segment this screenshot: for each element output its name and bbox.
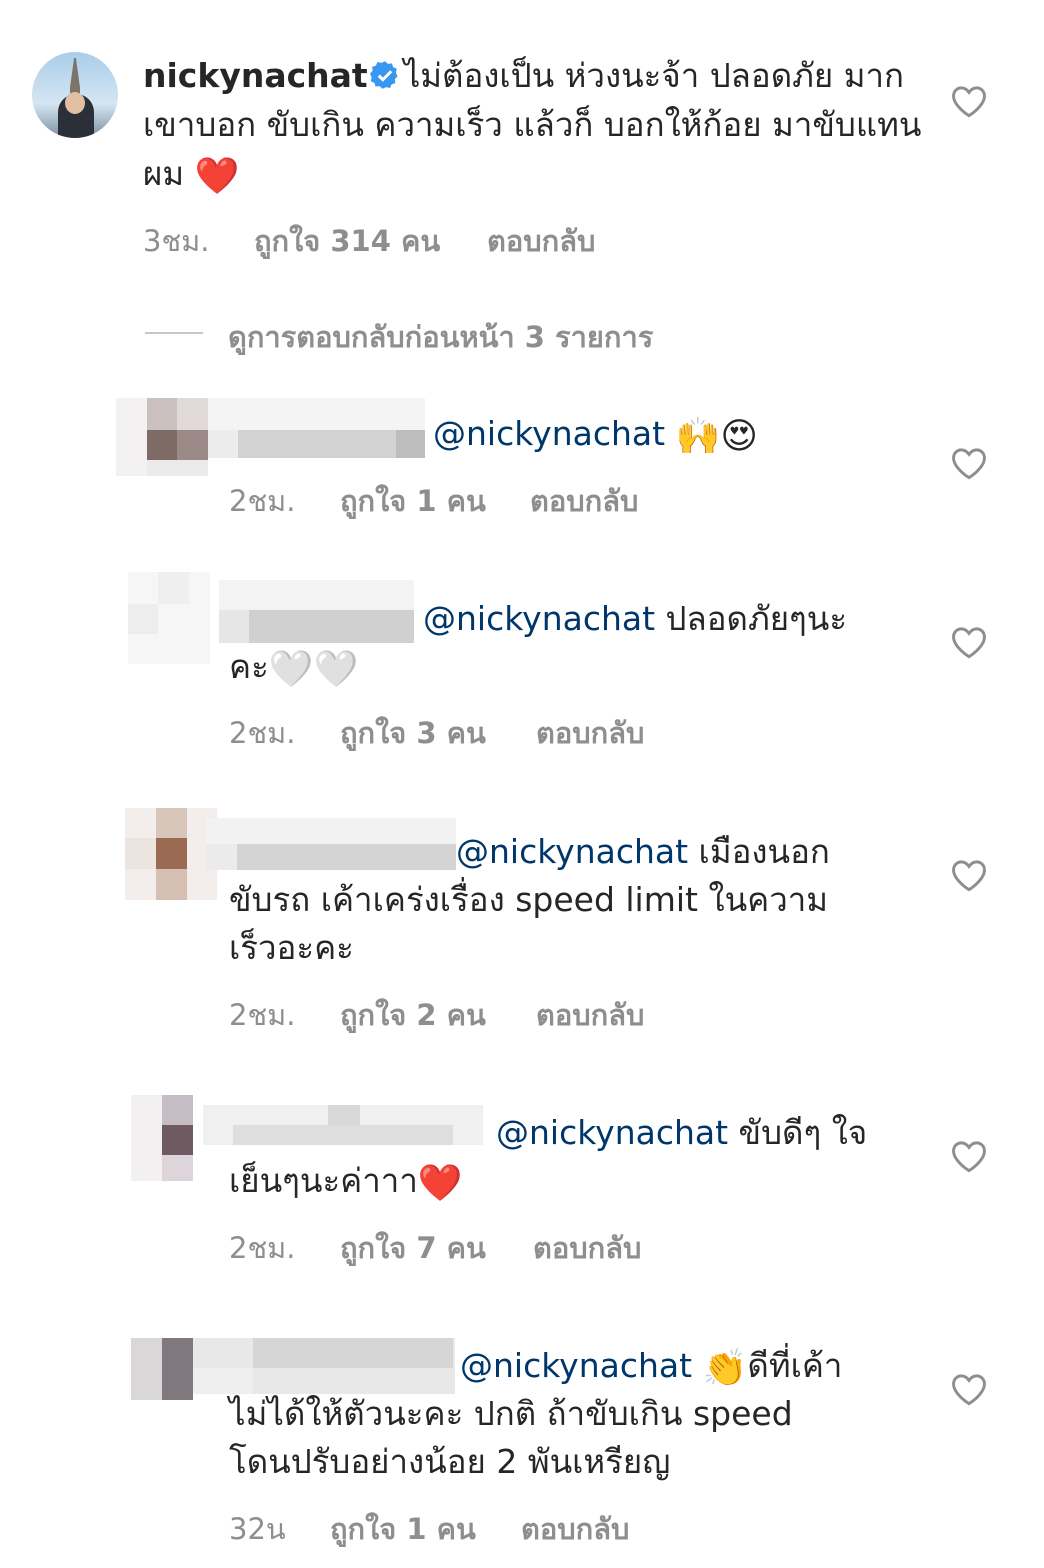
heart-icon[interactable] (950, 625, 988, 659)
mention-link[interactable]: @nickynachat (496, 1113, 728, 1152)
view-replies-label[interactable]: ดูการตอบกลับก่อนหน้า 3 รายการ (228, 314, 653, 360)
heart-icon[interactable] (950, 446, 988, 480)
comment-body: @nickynachat ปลอดภัยๆนะ (423, 594, 933, 643)
comment-body: @nickynachat เมืองนอก (456, 827, 936, 876)
timestamp: 32น (229, 1512, 286, 1546)
verified-badge-icon (369, 61, 398, 89)
comment-text: คะ (229, 647, 269, 686)
reply-button[interactable]: ตอบกลับ (487, 218, 595, 264)
heart-icon[interactable] (950, 1372, 988, 1406)
reply-button[interactable]: ตอบกลับ (536, 992, 644, 1038)
raised-hands-heart-eyes-emoji: 🙌😍 (675, 416, 758, 457)
mention-link[interactable]: @nickynachat (456, 832, 688, 871)
red-heart-emoji: ❤️ (417, 1163, 463, 1204)
mention-link[interactable]: @nickynachat (433, 414, 665, 453)
heart-icon[interactable] (950, 84, 988, 118)
red-heart-emoji: ❤️ (194, 156, 240, 197)
comment-text: เร็วอะคะ (229, 928, 354, 967)
comment-text: เย็นๆนะค่าาา (229, 1161, 418, 1200)
comment-body-line2: ไม่ได้ให้ตัวนะคะ ปกติ ถ้าขับเกิน speed (229, 1389, 929, 1438)
comment-text: ขับดีๆ ใจ (728, 1113, 868, 1152)
timestamp: 3ชม. (143, 224, 210, 258)
heart-icon[interactable] (950, 1139, 988, 1173)
avatar[interactable] (32, 52, 118, 138)
likes-count[interactable]: ถูกใจ 314 คน (254, 218, 440, 264)
likes-count[interactable]: ถูกใจ 1 คน (340, 478, 486, 524)
comment-body-line3: เร็วอะคะ (229, 923, 929, 972)
comment-text: ไม่ได้ให้ตัวนะคะ ปกติ ถ้าขับเกิน speed (229, 1394, 793, 1433)
comment-text: โดนปรับอย่างน้อย 2 พันเหรียญ (229, 1442, 671, 1481)
likes-count[interactable]: ถูกใจ 7 คน (340, 1225, 486, 1271)
comment-body-line2: คะ🤍🤍 (229, 642, 929, 694)
comment-body-line3: โดนปรับอย่างน้อย 2 พันเหรียญ (229, 1437, 929, 1486)
white-heart-emoji: 🤍🤍 (268, 649, 359, 690)
comment-body-line2: เย็นๆนะค่าาา❤️ (229, 1156, 929, 1208)
comment-text: เมืองนอก (688, 832, 830, 871)
reply-button[interactable]: ตอบกลับ (533, 1225, 641, 1271)
reply-button[interactable]: ตอบกลับ (530, 478, 638, 524)
comment-meta: 2ชม. ถูกใจ 1 คน ตอบกลับ (229, 478, 729, 518)
comment-text: ดีที่เค้า (747, 1346, 843, 1385)
comment-body: @nickynachat ขับดีๆ ใจ (496, 1108, 936, 1157)
comment-body-line2: ขับรถ เค้าเคร่งเรื่อง speed limit ในความ (229, 875, 929, 924)
comment-meta: 32น ถูกใจ 1 คน ตอบกลับ (229, 1506, 729, 1546)
reply-button[interactable]: ตอบกลับ (536, 710, 644, 756)
comment-meta: 2ชม. ถูกใจ 3 คน ตอบกลับ (229, 710, 729, 750)
reply-button[interactable]: ตอบกลับ (521, 1506, 629, 1552)
comment-text: ขับรถ เค้าเคร่งเรื่อง speed limit ในความ (229, 880, 829, 919)
comment-meta: 2ชม. ถูกใจ 7 คน ตอบกลับ (229, 1225, 729, 1265)
mention-link[interactable]: @nickynachat (423, 599, 655, 638)
mention-link[interactable]: @nickynachat (460, 1346, 692, 1385)
comment-body: @nickynachat 👏ดีที่เค้า (460, 1341, 940, 1393)
heart-icon[interactable] (950, 858, 988, 892)
comment-meta: 2ชม. ถูกใจ 2 คน ตอบกลับ (229, 992, 729, 1032)
comment-body: @nickynachat 🙌😍 (433, 409, 933, 461)
comment-text: ปลอดภัยๆนะ (655, 599, 848, 638)
timestamp: 2ชม. (229, 1231, 296, 1265)
face-graphic (65, 92, 85, 114)
comment-meta: 3ชม. ถูกใจ 314 คน ตอบกลับ (143, 218, 643, 258)
likes-count[interactable]: ถูกใจ 1 คน (330, 1506, 476, 1552)
likes-count[interactable]: ถูกใจ 3 คน (340, 710, 486, 756)
comment-body: nickynachat ไม่ต้องเป็น ห่วงนะจ้า ปลอดภัย… (143, 51, 933, 201)
likes-count[interactable]: ถูกใจ 2 คน (340, 992, 486, 1038)
clapping-hands-emoji: 👏 (702, 1348, 748, 1389)
divider-line (145, 332, 203, 334)
timestamp: 2ชม. (229, 484, 296, 518)
timestamp: 2ชม. (229, 998, 296, 1032)
timestamp: 2ชม. (229, 716, 296, 750)
username[interactable]: nickynachat (143, 56, 368, 95)
